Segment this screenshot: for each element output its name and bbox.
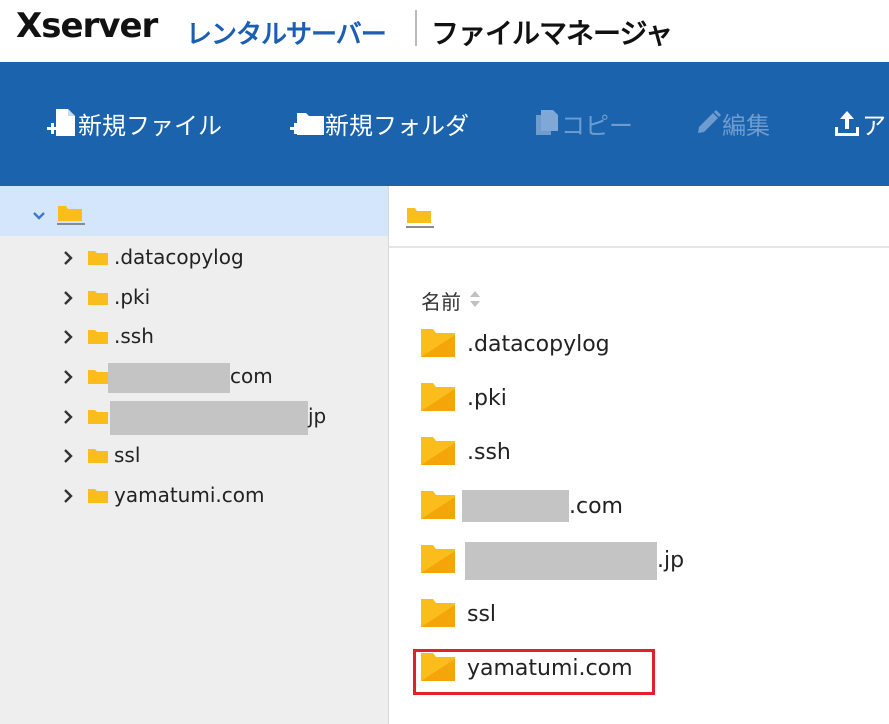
upload-icon [832, 107, 862, 139]
chevron-down-icon[interactable] [32, 206, 46, 225]
tree-item-label: ssl [114, 443, 141, 467]
tree-item-label: com [230, 364, 273, 388]
folder-icon [420, 328, 456, 362]
tree-item[interactable]: ssl [0, 436, 388, 476]
pencil-icon [694, 107, 722, 139]
file-name: ssl [467, 602, 497, 627]
new-folder-label: 新規フォルダ [325, 111, 469, 140]
file-row[interactable]: .com [389, 484, 889, 534]
new-file-button[interactable]: 新規ファイル [46, 106, 222, 140]
file-row[interactable]: .datacopylog [389, 322, 889, 372]
edit-button[interactable]: 編集 [694, 106, 770, 140]
folder-icon [87, 488, 109, 508]
name-column-header[interactable]: 名前 [421, 286, 481, 315]
folder-icon [87, 290, 109, 310]
new-folder-icon [289, 107, 325, 139]
upload-label: ア [862, 111, 886, 140]
tree-item-label: jp [308, 404, 327, 428]
copy-icon [533, 107, 561, 139]
folder-icon [87, 409, 109, 429]
chevron-right-icon[interactable] [62, 369, 74, 389]
highlight-box [413, 649, 655, 695]
file-row[interactable]: .ssh [389, 430, 889, 480]
folder-icon [420, 436, 456, 470]
breadcrumb [389, 186, 889, 248]
xserver-logo: Xserver [16, 6, 158, 46]
file-name: .pki [467, 386, 507, 411]
file-name: .com [569, 494, 623, 519]
folder-icon [420, 544, 456, 578]
root-folder-icon [56, 204, 86, 230]
new-file-label: 新規ファイル [78, 111, 222, 140]
new-folder-button[interactable]: 新規フォルダ [289, 106, 469, 140]
tree-item-label: .datacopylog [114, 245, 244, 269]
folder-icon [87, 250, 109, 270]
file-row[interactable]: .jp [389, 538, 889, 588]
tree-root[interactable] [0, 186, 388, 236]
file-name: .datacopylog [467, 332, 610, 357]
folder-tree: .datacopylog .pki .ssh com jp ssl yamatu… [0, 186, 389, 724]
copy-label: コピー [561, 111, 633, 140]
name-column-label: 名前 [421, 290, 461, 314]
file-row[interactable]: ssl [389, 592, 889, 642]
redacted-block [462, 490, 569, 522]
tree-item-label: .ssh [114, 324, 154, 348]
file-list-panel: 名前 .datacopylog .pki .ssh .com .jp ssl y… [389, 186, 889, 724]
redacted-block [465, 542, 657, 580]
tree-item[interactable]: yamatumi.com [0, 476, 388, 516]
chevron-right-icon[interactable] [62, 488, 74, 508]
app-header: Xserver レンタルサーバー ファイルマネージャ [0, 0, 889, 62]
folder-icon [420, 490, 456, 524]
folder-icon [87, 329, 109, 349]
upload-button[interactable]: ア [832, 106, 886, 140]
product-name: レンタルサーバー [186, 20, 387, 50]
sort-icon[interactable] [469, 289, 481, 313]
toolbar: 新規ファイル 新規フォルダ コピー 編集 ア [0, 62, 889, 186]
tree-item[interactable]: .datacopylog [0, 238, 388, 278]
folder-icon [420, 382, 456, 416]
tree-item[interactable]: .pki [0, 278, 388, 318]
tree-item[interactable]: com [0, 357, 388, 397]
redacted-block [108, 363, 230, 393]
header-divider [415, 10, 417, 46]
chevron-right-icon[interactable] [62, 329, 74, 349]
chevron-right-icon[interactable] [62, 290, 74, 310]
chevron-right-icon[interactable] [62, 448, 74, 468]
redacted-block [110, 401, 308, 435]
folder-icon [87, 448, 109, 468]
tree-item-label: .pki [114, 285, 151, 309]
app-title: ファイルマネージャ [431, 17, 673, 50]
file-name: .ssh [467, 440, 511, 465]
edit-label: 編集 [722, 111, 770, 140]
chevron-right-icon[interactable] [62, 250, 74, 270]
new-file-icon [46, 107, 78, 139]
tree-item-label: yamatumi.com [114, 483, 265, 507]
chevron-right-icon[interactable] [62, 409, 74, 429]
copy-button[interactable]: コピー [533, 106, 633, 140]
folder-icon [87, 369, 109, 389]
folder-icon [420, 598, 456, 632]
file-name: .jp [657, 548, 685, 573]
tree-item[interactable]: jp [0, 397, 388, 437]
tree-item[interactable]: .ssh [0, 317, 388, 357]
file-row[interactable]: .pki [389, 376, 889, 426]
home-folder-icon[interactable] [405, 206, 435, 234]
